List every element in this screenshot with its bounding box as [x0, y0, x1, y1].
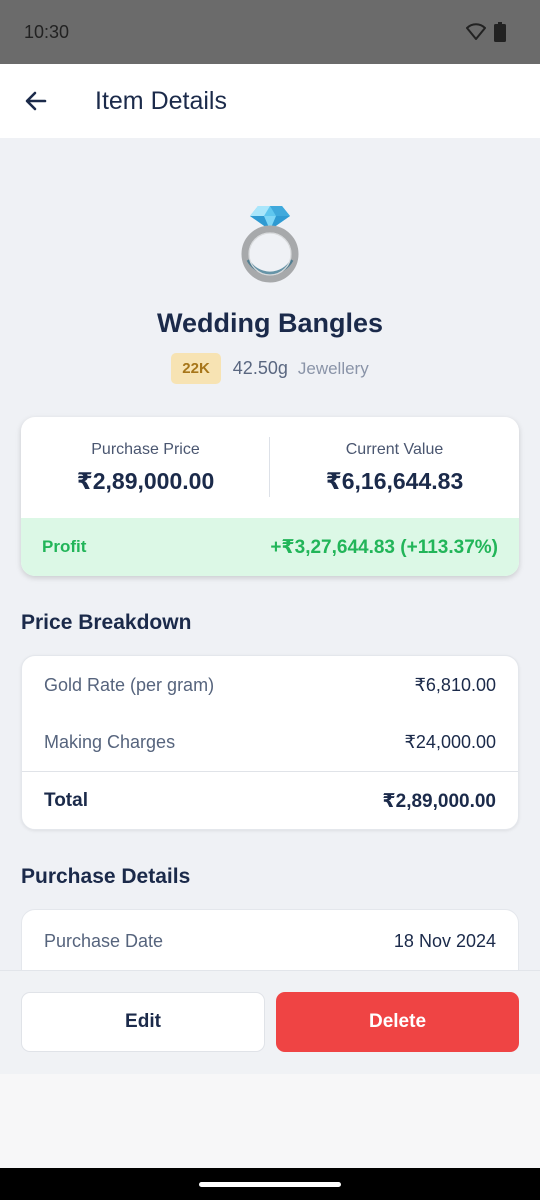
purchase-details-card: Purchase Date 18 Nov 2024 [21, 909, 519, 970]
item-name: Wedding Bangles [156, 308, 384, 338]
app-bar: Item Details [0, 64, 540, 138]
karat-badge: 22K [171, 353, 221, 384]
empty-area [0, 1074, 540, 1168]
profit-label: Profit [42, 537, 87, 556]
breakdown-value: ₹6,810.00 [414, 674, 496, 695]
ring-icon [241, 206, 299, 283]
profit-row: Profit +₹3,27,644.83 (+113.37%) [21, 518, 519, 576]
status-bar: 10:30 [0, 0, 540, 64]
status-icons [466, 22, 506, 42]
purchase-details-title: Purchase Details [21, 865, 191, 888]
breakdown-row-total: Total ₹2,89,000.00 [22, 772, 518, 830]
purchase-date-label: Purchase Date [44, 930, 164, 951]
breakdown-row-gold-rate: Gold Rate (per gram) ₹6,810.00 [22, 656, 518, 714]
action-bar: Edit Delete [0, 970, 540, 1074]
edit-button[interactable]: Edit [21, 992, 265, 1052]
arrow-left-icon [25, 91, 47, 111]
battery-icon [494, 22, 506, 42]
profit-value: +₹3,27,644.83 (+113.37%) [270, 536, 498, 558]
page-title: Item Details [95, 87, 227, 115]
breakdown-label: Gold Rate (per gram) [44, 674, 215, 695]
value-summary-card: Purchase Price ₹2,89,000.00 Current Valu… [21, 417, 519, 576]
price-breakdown-title: Price Breakdown [21, 611, 192, 634]
purchase-price-block: Purchase Price ₹2,89,000.00 [21, 417, 270, 518]
item-details-content[interactable]: Wedding Bangles 22K 42.50g Jewellery Pur… [0, 138, 540, 970]
price-breakdown-card: Gold Rate (per gram) ₹6,810.00 Making Ch… [21, 655, 519, 830]
wifi-icon [466, 23, 486, 40]
breakdown-label: Making Charges [44, 731, 176, 752]
total-label: Total [44, 790, 88, 811]
back-button[interactable] [18, 83, 54, 119]
current-value-amount: ₹6,16,644.83 [325, 468, 464, 494]
delete-button[interactable]: Delete [276, 992, 519, 1052]
item-meta: 22K 42.50g Jewellery [0, 353, 540, 384]
breakdown-row-making-charges: Making Charges ₹24,000.00 [22, 713, 518, 771]
current-value-block: Current Value ₹6,16,644.83 [270, 417, 519, 518]
purchase-date-row: Purchase Date 18 Nov 2024 [22, 912, 518, 970]
system-nav-bar [0, 1168, 540, 1200]
total-value: ₹2,89,000.00 [382, 790, 496, 812]
purchase-price-label: Purchase Price [91, 441, 200, 458]
breakdown-value: ₹24,000.00 [404, 731, 496, 752]
item-weight: 42.50g [232, 358, 288, 378]
purchase-price-value: ₹2,89,000.00 [76, 468, 215, 494]
item-category: Jewellery [297, 358, 369, 378]
home-indicator[interactable] [199, 1182, 341, 1187]
status-time: 10:30 [24, 22, 70, 42]
purchase-date-value: 18 Nov 2024 [393, 930, 496, 951]
current-value-label: Current Value [345, 441, 444, 458]
